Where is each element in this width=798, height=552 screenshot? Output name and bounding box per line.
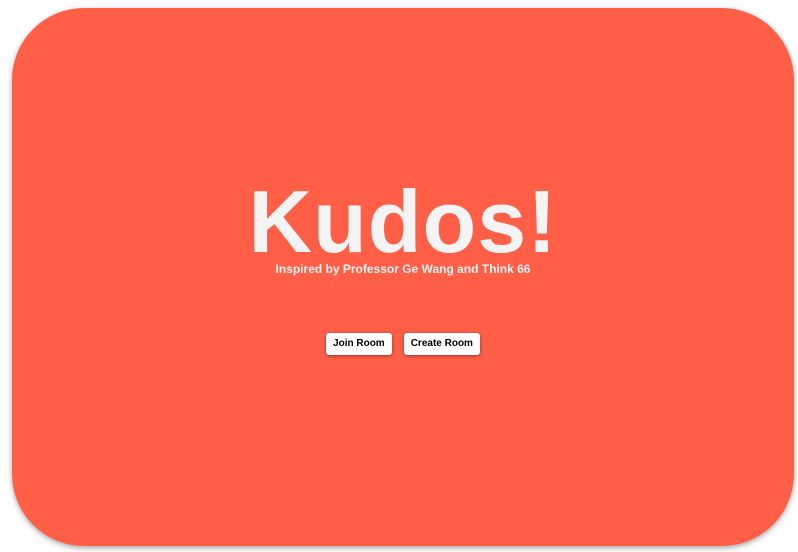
create-room-button[interactable]: Create Room [403, 333, 480, 355]
app-subtitle: Inspired by Professor Ge Wang and Think … [275, 262, 531, 276]
join-room-button[interactable]: Join Room [326, 333, 392, 355]
app-title: Kudos! [248, 172, 558, 271]
action-buttons: Join Room Create Room [12, 333, 794, 355]
main-card: Kudos! Inspired by Professor Ge Wang and… [12, 8, 794, 546]
